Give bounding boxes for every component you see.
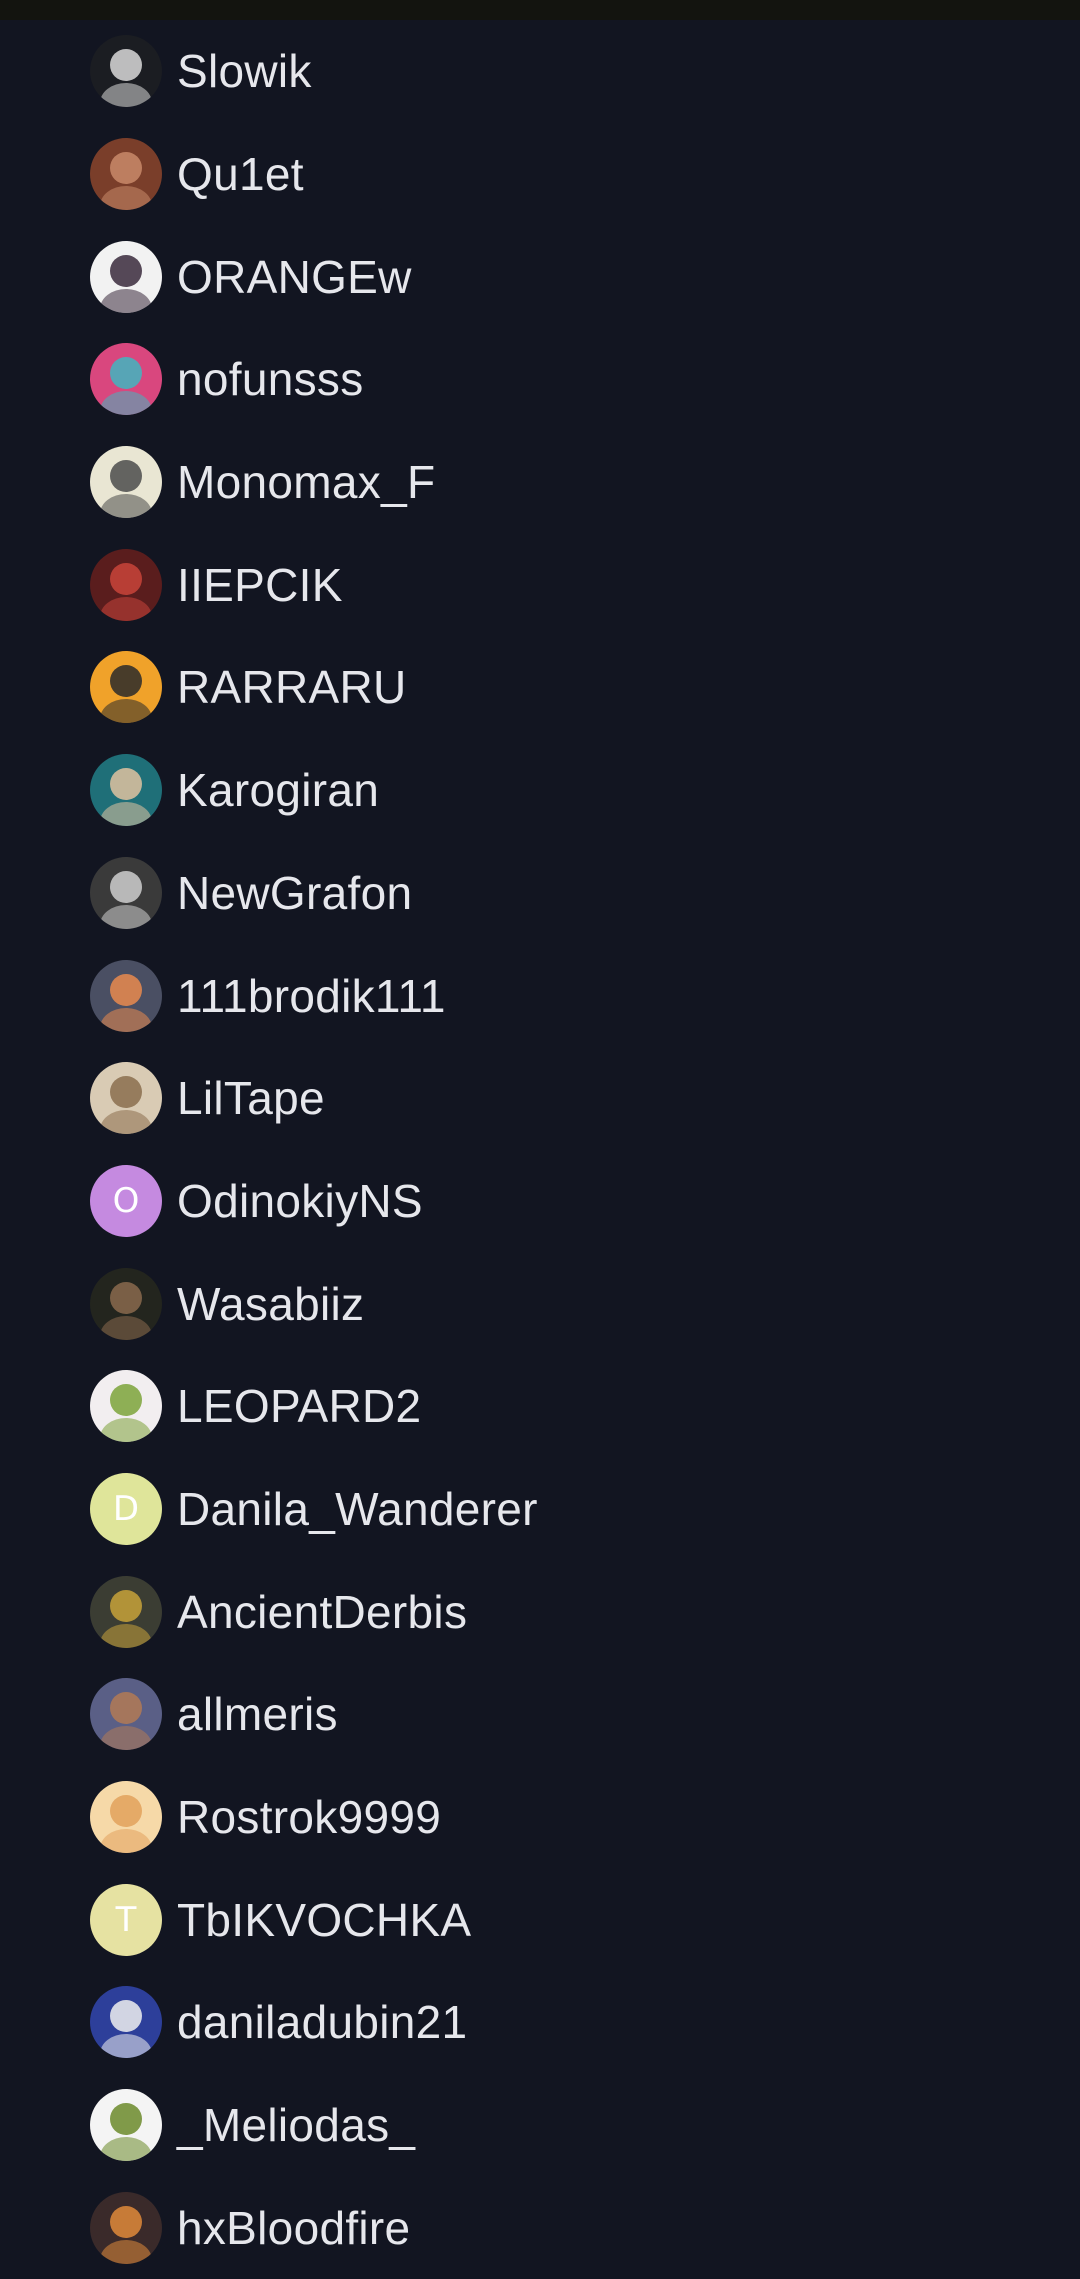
avatar-initial[interactable]: T — [90, 1883, 162, 1956]
member-row[interactable]: ORANGEw — [0, 225, 1080, 328]
interpol-face-avatar[interactable] — [90, 548, 162, 621]
comic-hero-avatar[interactable] — [90, 651, 162, 724]
member-row[interactable]: AncientDerbis — [0, 1560, 1080, 1663]
member-row[interactable]: IIEPCIK — [0, 533, 1080, 636]
member-row[interactable]: Rostrok9999 — [0, 1766, 1080, 1869]
member-row[interactable]: 111brodik111 — [0, 944, 1080, 1047]
yellow-object-avatar[interactable] — [90, 1575, 162, 1648]
cartoon-cat-avatar[interactable] — [90, 446, 162, 519]
avatar-letter: T — [115, 1899, 137, 1940]
dog-avatar[interactable] — [90, 1062, 162, 1135]
girl-portrait-avatar-graphic — [100, 1692, 152, 1751]
member-name: daniladubin21 — [177, 1996, 468, 2049]
member-name: nofunsss — [177, 353, 364, 406]
member-name: Monomax_F — [177, 456, 436, 509]
dog-avatar-graphic — [100, 1076, 152, 1135]
status-bar — [0, 0, 1080, 20]
member-name: Wasabiiz — [177, 1277, 365, 1330]
avatar-initial[interactable]: D — [90, 1472, 162, 1545]
member-name: AncientDerbis — [177, 1585, 468, 1638]
anime-girl-avatar[interactable] — [90, 343, 162, 416]
anime-character-avatar-graphic — [100, 1384, 152, 1443]
member-row[interactable]: Qu1et — [0, 123, 1080, 226]
avatar-initial[interactable]: O — [90, 1164, 162, 1237]
member-row[interactable]: RARRARU — [0, 636, 1080, 739]
member-row[interactable]: LEOPARD2 — [0, 1355, 1080, 1458]
mouse-ban-avatar[interactable] — [90, 1986, 162, 2059]
yellow-object-avatar-graphic — [100, 1589, 152, 1648]
white-dragon-avatar-graphic — [100, 49, 152, 108]
member-name: LilTape — [177, 1072, 325, 1125]
member-name: NewGrafon — [177, 866, 413, 919]
member-row[interactable]: _Meliodas_ — [0, 2074, 1080, 2177]
member-name: TbIKVOCHKA — [177, 1893, 472, 1946]
member-row[interactable]: O OdinokiyNS — [0, 1150, 1080, 1253]
cartoon-cat-avatar-graphic — [100, 460, 152, 519]
member-row[interactable]: Karogiran — [0, 739, 1080, 842]
member-row[interactable]: NewGrafon — [0, 842, 1080, 945]
man-face-avatar-graphic — [100, 152, 152, 211]
girl-portrait-avatar[interactable] — [90, 1678, 162, 1751]
member-name: Rostrok9999 — [177, 1791, 442, 1844]
pug-character-avatar-graphic — [100, 768, 152, 827]
member-row[interactable]: T TbIKVOCHKA — [0, 1868, 1080, 1971]
blonde-anime-avatar-graphic — [100, 1795, 152, 1854]
member-row[interactable]: daniladubin21 — [0, 1971, 1080, 2074]
shrek-avatar-graphic — [100, 2103, 152, 2162]
mouse-ban-avatar-graphic — [100, 2000, 152, 2059]
member-name: RARRARU — [177, 661, 407, 714]
dark-figure-avatar-graphic — [100, 254, 152, 313]
sunset-avatar[interactable] — [90, 959, 162, 1032]
anime-girl-avatar-graphic — [100, 357, 152, 416]
member-row[interactable]: Monomax_F — [0, 431, 1080, 534]
soldier-face-avatar[interactable] — [90, 1267, 162, 1340]
member-name: 111brodik111 — [177, 969, 446, 1022]
white-dragon-avatar[interactable] — [90, 35, 162, 108]
shrek-avatar[interactable] — [90, 2089, 162, 2162]
member-name: Qu1et — [177, 148, 304, 201]
member-row[interactable]: hxBloodfire — [0, 2176, 1080, 2279]
member-row[interactable]: LilTape — [0, 1047, 1080, 1150]
member-name: Karogiran — [177, 764, 380, 817]
member-row[interactable]: Wasabiiz — [0, 1252, 1080, 1355]
member-name: Slowik — [177, 45, 312, 98]
couple-photo-avatar[interactable] — [90, 856, 162, 929]
member-name: IIEPCIK — [177, 558, 343, 611]
soldier-face-avatar-graphic — [100, 1281, 152, 1340]
member-name: _Meliodas_ — [177, 2099, 416, 2152]
interpol-face-avatar-graphic — [100, 562, 152, 621]
member-row[interactable]: nofunsss — [0, 328, 1080, 431]
dark-figure-avatar[interactable] — [90, 240, 162, 313]
sunset-avatar-graphic — [100, 973, 152, 1032]
member-row[interactable]: allmeris — [0, 1663, 1080, 1766]
member-name: hxBloodfire — [177, 2201, 411, 2254]
anime-character-avatar[interactable] — [90, 1370, 162, 1443]
member-row[interactable]: Slowik — [0, 20, 1080, 123]
pug-character-avatar[interactable] — [90, 754, 162, 827]
fox-character-avatar[interactable] — [90, 2191, 162, 2264]
member-name: ORANGEw — [177, 250, 412, 303]
member-name: OdinokiyNS — [177, 1174, 423, 1227]
member-name: Danila_Wanderer — [177, 1482, 538, 1535]
member-name: allmeris — [177, 1688, 338, 1741]
fox-character-avatar-graphic — [100, 2205, 152, 2264]
member-row[interactable]: D Danila_Wanderer — [0, 1458, 1080, 1561]
avatar-letter: D — [112, 1488, 140, 1529]
member-name: LEOPARD2 — [177, 1380, 422, 1433]
blonde-anime-avatar[interactable] — [90, 1781, 162, 1854]
couple-photo-avatar-graphic — [100, 870, 152, 929]
member-list: Slowik Qu1et ORANGEw nofunsss Monomax_F … — [0, 20, 1080, 2279]
comic-hero-avatar-graphic — [100, 665, 152, 724]
man-face-avatar[interactable] — [90, 138, 162, 211]
avatar-letter: O — [112, 1180, 140, 1221]
